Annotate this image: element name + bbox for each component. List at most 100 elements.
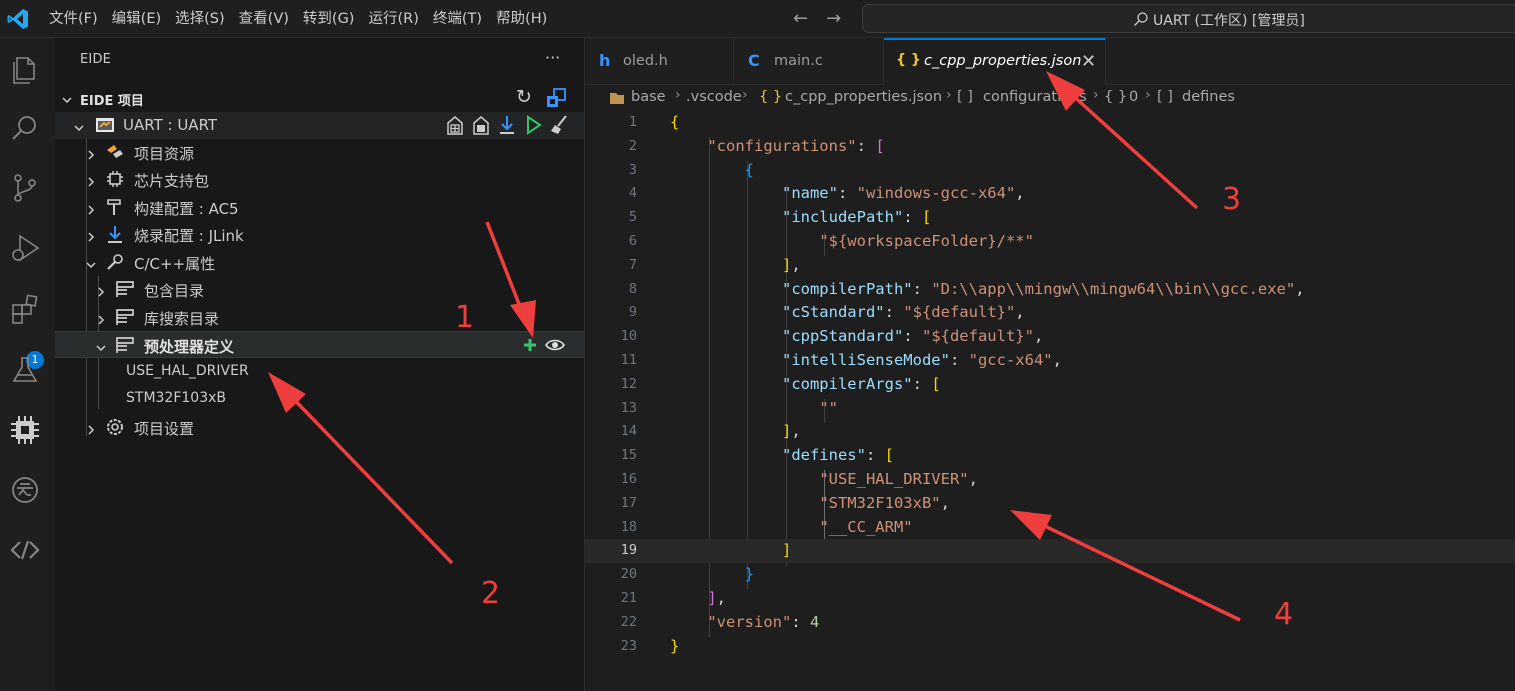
menu-view[interactable]: 查看(V) bbox=[232, 0, 296, 38]
breadcrumb-item[interactable]: .vscode bbox=[686, 89, 742, 105]
code-line: 11 "intelliSenseMode": "gcc-x64", bbox=[585, 349, 1515, 373]
rebuild-icon[interactable] bbox=[471, 114, 491, 136]
code-line: 6 "${workspaceFolder}/**" bbox=[585, 230, 1515, 254]
project-icon bbox=[95, 115, 115, 135]
tree-item-label: 预处理器定义 bbox=[144, 338, 235, 356]
chevron-right-icon: › bbox=[946, 87, 952, 103]
define-item-1[interactable]: USE_HAL_DRIVER bbox=[55, 359, 584, 386]
run-icon[interactable] bbox=[523, 114, 543, 136]
sidebar-title: EIDE bbox=[80, 52, 112, 67]
chevron-down-icon bbox=[73, 119, 85, 132]
code-line: 7 ], bbox=[585, 254, 1515, 278]
hammer-icon bbox=[105, 197, 125, 217]
line-number: 9 bbox=[628, 304, 637, 321]
search-icon[interactable] bbox=[8, 111, 42, 145]
code-line: 13 "" bbox=[585, 397, 1515, 421]
breadcrumb-item[interactable]: 0 bbox=[1129, 89, 1138, 105]
breadcrumb-item[interactable]: c_cpp_properties.json bbox=[785, 89, 942, 105]
cloud-icon[interactable] bbox=[8, 473, 42, 507]
tree-item-build-config[interactable]: 构建配置 : AC5 bbox=[55, 194, 584, 221]
menu-go[interactable]: 转到(G) bbox=[296, 0, 362, 38]
code-text: "STM32F103xB", bbox=[819, 493, 950, 512]
tree-item-lib-dirs[interactable]: 库搜索目录 bbox=[55, 304, 584, 331]
code-line: 15 "defines": [ bbox=[585, 444, 1515, 468]
tab-oled-h[interactable]: h oled.h bbox=[585, 38, 734, 85]
c-file-icon: C bbox=[748, 51, 760, 70]
menu-edit[interactable]: 编辑(E) bbox=[105, 0, 168, 38]
back-arrow-icon[interactable]: ← bbox=[793, 8, 808, 29]
code-text: { bbox=[744, 160, 754, 179]
add-icon[interactable] bbox=[522, 337, 538, 353]
close-icon[interactable]: ✕ bbox=[1081, 51, 1096, 72]
line-number: 23 bbox=[620, 637, 637, 654]
menu-run[interactable]: 运行(R) bbox=[361, 0, 425, 38]
eye-icon[interactable] bbox=[545, 337, 565, 353]
code-text: "includePath": [ bbox=[781, 208, 932, 227]
line-number: 21 bbox=[620, 590, 637, 606]
tree-item-flash-config[interactable]: 烧录配置 : JLink bbox=[55, 221, 584, 248]
line-number: 17 bbox=[620, 494, 637, 511]
code-line: 1{ bbox=[585, 111, 1515, 135]
project-row[interactable]: UART : UART bbox=[55, 112, 584, 139]
tab-main-c[interactable]: C main.c bbox=[734, 38, 884, 85]
tree-item-label: C/C++属性 bbox=[134, 255, 216, 273]
download-icon[interactable] bbox=[497, 114, 517, 136]
refresh-icon[interactable]: ↻ bbox=[516, 86, 532, 108]
tree-item-include-dirs[interactable]: 包含目录 bbox=[55, 276, 584, 303]
code-editor[interactable]: 1{ 2 "configurations": [ 3 { 4 "name": "… bbox=[585, 111, 1515, 691]
tree-item-label: 库搜索目录 bbox=[144, 310, 220, 328]
extensions-icon[interactable] bbox=[8, 293, 42, 327]
line-number: 14 bbox=[620, 423, 637, 440]
menu-help[interactable]: 帮助(H) bbox=[489, 0, 554, 38]
command-center[interactable]: UART (工作区) [管理员] bbox=[862, 4, 1515, 33]
testing-icon[interactable] bbox=[8, 353, 42, 387]
breadcrumb-item[interactable]: configurations bbox=[983, 89, 1087, 105]
line-number: 13 bbox=[620, 399, 637, 416]
remote-icon[interactable] bbox=[8, 533, 42, 567]
line-number: 8 bbox=[628, 280, 637, 297]
line-number: 10 bbox=[620, 328, 637, 345]
chevron-right-icon: › bbox=[1145, 87, 1151, 103]
vscode-logo-icon[interactable] bbox=[6, 7, 30, 31]
breadcrumb-item[interactable]: defines bbox=[1182, 89, 1235, 105]
code-line: 16 "USE_HAL_DRIVER", bbox=[585, 468, 1515, 492]
chevron-right-icon bbox=[95, 283, 107, 297]
breadcrumb-item[interactable]: base bbox=[631, 89, 666, 105]
menu-file[interactable]: 文件(F) bbox=[42, 0, 105, 38]
code-text: "configurations": [ bbox=[707, 136, 885, 155]
chevron-right-icon bbox=[85, 201, 97, 215]
eide-chip-icon[interactable] bbox=[8, 413, 42, 447]
menu-selection[interactable]: 选择(S) bbox=[168, 0, 232, 38]
chevron-right-icon bbox=[85, 146, 97, 160]
source-control-icon[interactable] bbox=[8, 171, 42, 205]
code-line: 12 "compilerArgs": [ bbox=[585, 373, 1515, 397]
code-text: "" bbox=[819, 398, 838, 417]
code-line: 2 "configurations": [ bbox=[585, 135, 1515, 159]
tree-item-cpp-properties[interactable]: C/C++属性 bbox=[55, 249, 584, 276]
section-header-eide-project[interactable]: EIDE 项目 ↻ bbox=[55, 84, 584, 111]
more-actions-icon[interactable]: ··· bbox=[545, 48, 560, 67]
tree-item-project-resources[interactable]: 项目资源 bbox=[55, 139, 584, 166]
tree-item-defines[interactable]: 预处理器定义 bbox=[55, 331, 584, 358]
code-text: "compilerArgs": [ bbox=[781, 374, 941, 393]
search-icon bbox=[1134, 12, 1148, 26]
build-icon[interactable] bbox=[445, 114, 465, 136]
tab-c-cpp-properties[interactable]: { } c_cpp_properties.json ✕ bbox=[884, 38, 1106, 85]
tree-item-project-settings[interactable]: 项目设置 bbox=[55, 414, 584, 441]
menu-terminal[interactable]: 终端(T) bbox=[426, 0, 489, 38]
forward-arrow-icon[interactable]: → bbox=[826, 8, 841, 29]
clean-icon[interactable] bbox=[549, 114, 569, 136]
chevron-down-icon bbox=[61, 91, 73, 104]
explorer-icon[interactable] bbox=[8, 53, 42, 87]
line-number: 4 bbox=[628, 185, 637, 202]
chevron-right-icon: › bbox=[742, 87, 748, 103]
open-project-icon[interactable] bbox=[545, 87, 567, 109]
code-line: 10 "cppStandard": "${default}", bbox=[585, 325, 1515, 349]
tree-item-chip-package[interactable]: 芯片支持包 bbox=[55, 166, 584, 193]
define-item-2[interactable]: STM32F103xB bbox=[55, 386, 584, 413]
code-text: ], bbox=[707, 589, 727, 607]
section-title: EIDE 项目 bbox=[80, 94, 144, 109]
annotation-label-3: 3 bbox=[1222, 182, 1242, 217]
run-debug-icon[interactable] bbox=[8, 231, 42, 265]
code-line-current: 19 ] bbox=[585, 539, 1515, 564]
